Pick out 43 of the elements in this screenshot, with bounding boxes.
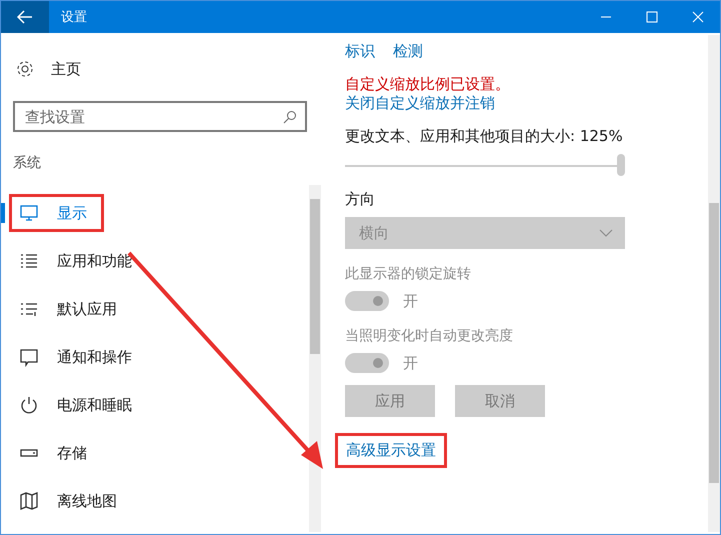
message-icon <box>19 347 39 367</box>
window-title: 设置 <box>61 9 87 26</box>
advanced-settings-link[interactable]: 高级显示设置 <box>346 441 436 459</box>
scrollbar[interactable] <box>708 35 720 532</box>
signout-link[interactable]: 关闭自定义缩放并注销 <box>345 94 495 112</box>
orientation-label: 方向 <box>345 190 376 209</box>
nav-item-content: 应用和功能 <box>9 242 149 280</box>
link[interactable]: 标识 <box>345 42 375 61</box>
nav-item[interactable]: 离线地图 <box>1 477 301 525</box>
scale-slider[interactable] <box>345 154 625 178</box>
toggle-state: 开 <box>403 354 418 372</box>
toggle-label: 此显示器的锁定旋转 <box>345 265 472 283</box>
power-icon <box>19 395 39 415</box>
scale-label: 更改文本、应用和其他项目的大小: 125% <box>345 127 624 146</box>
nav-item[interactable]: 电源和睡眠 <box>1 381 301 429</box>
section-heading: 系统 <box>13 154 42 172</box>
settings-icon <box>15 59 35 79</box>
nav-item-content: 离线地图 <box>9 482 134 520</box>
home-item[interactable]: 主页 <box>1 33 321 81</box>
toggle-state: 开 <box>403 292 418 310</box>
nav-item-content: 电源和睡眠 <box>9 386 149 424</box>
nav-item-content: 通知和操作 <box>9 338 149 376</box>
toggle-label: 当照明变化时自动更改亮度 <box>345 327 514 345</box>
warning-text: 自定义缩放比例已设置。 <box>345 75 511 94</box>
search-icon <box>283 110 297 124</box>
nav-item-content: 默认应用 <box>9 290 134 328</box>
nav-item[interactable]: 通知和操作 <box>1 333 301 381</box>
chevron-down-icon <box>599 229 613 237</box>
map-icon <box>19 491 39 511</box>
nav-item-content: 显示 <box>9 194 104 232</box>
scrollbar[interactable] <box>309 185 321 532</box>
nav-item[interactable]: 显示 <box>1 189 301 237</box>
back-button[interactable] <box>1 1 49 33</box>
back-arrow-icon <box>17 10 33 24</box>
nav-item[interactable]: 存储 <box>1 429 301 477</box>
nav-item-content: 存储 <box>9 434 104 472</box>
link[interactable]: 检测 <box>393 42 423 61</box>
close-icon[interactable] <box>692 11 704 23</box>
nav-item[interactable]: 默认应用 <box>1 285 301 333</box>
nav-item[interactable]: 应用和功能 <box>1 237 301 285</box>
search-field[interactable]: 查找设置 <box>13 101 307 132</box>
monitor-icon <box>19 203 39 223</box>
maximize-icon[interactable] <box>646 11 658 23</box>
